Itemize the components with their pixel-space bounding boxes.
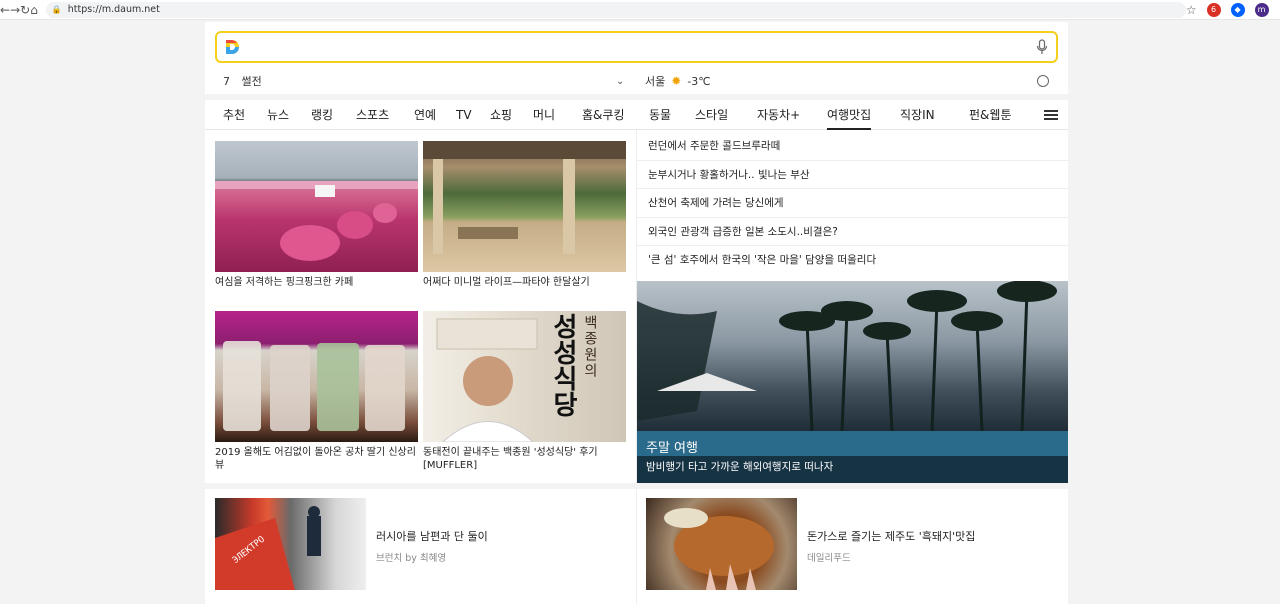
- tab-ranking[interactable]: 랭킹: [311, 100, 333, 130]
- lock-icon: 🔒: [51, 5, 62, 14]
- weather-temperature: -3℃: [687, 74, 711, 88]
- weather-widget[interactable]: 서울 ✹ -3℃: [645, 73, 711, 89]
- headline-link[interactable]: 산천어 축제에 가려는 당신에게: [637, 189, 1068, 218]
- baek-jong-won-thumbnail[interactable]: 백종원의 성성식당: [423, 311, 626, 442]
- feature-banner[interactable]: 주말 여행 밤비행기 타고 가까운 해외여행지로 떠나자: [637, 281, 1068, 483]
- tab-tv[interactable]: TV: [456, 100, 472, 130]
- russia-train-thumbnail[interactable]: ЭЛЕКТРО: [215, 498, 366, 590]
- reload-icon[interactable]: ↻: [20, 0, 30, 20]
- pink-cafe-thumbnail[interactable]: [215, 141, 418, 272]
- issue-rank: 7: [223, 75, 230, 88]
- column-divider: [636, 489, 637, 604]
- search-input[interactable]: [247, 35, 1056, 59]
- microphone-icon[interactable]: [1036, 39, 1048, 55]
- article-card[interactable]: 어쩌다 미니멀 라이프—파타야 한달살기: [423, 141, 626, 289]
- extension-icon[interactable]: 6: [1206, 2, 1221, 17]
- tab-workplace[interactable]: 직장IN: [900, 100, 935, 130]
- tab-home-cooking[interactable]: 홈&쿠킹: [582, 100, 624, 130]
- issue-weather-bar: 7 썰전 ⌄ 서울 ✹ -3℃: [205, 68, 1068, 94]
- dropbox-icon[interactable]: ◆: [1230, 2, 1245, 17]
- back-icon[interactable]: ←: [0, 0, 10, 20]
- realtime-issue[interactable]: 7 썰전: [223, 73, 262, 89]
- gongcha-drinks-thumbnail[interactable]: [215, 311, 418, 442]
- article-card[interactable]: 백종원의 성성식당 동태전이 끝내주는 백종원 '성성식당' 후기 [MUFFL…: [423, 311, 626, 472]
- article-caption[interactable]: 여심을 저격하는 핑크핑크한 카페: [215, 276, 418, 289]
- headline-list: 런던에서 주문한 콜드브루라떼 눈부시거나 황홀하거나.. 빛나는 부산 산천어…: [637, 132, 1068, 275]
- article-caption[interactable]: 2019 올해도 어김없이 돌아온 공차 딸기 신상리뷰: [215, 446, 418, 472]
- article-source: 브런치 by 최혜영: [376, 553, 447, 564]
- feature-title: 주말 여행: [646, 441, 698, 456]
- minimal-life-thumbnail[interactable]: [423, 141, 626, 272]
- sun-icon: ✹: [671, 74, 682, 88]
- article-caption[interactable]: 동태전이 끝내주는 백종원 '성성식당' 후기 [MUFFLER]: [423, 446, 626, 472]
- browser-extensions: ☆ 6 ◆ m ⋮: [1186, 2, 1280, 17]
- headline-link[interactable]: 런던에서 주문한 콜드브루라떼: [637, 132, 1068, 161]
- tab-recommend[interactable]: 추천: [223, 100, 245, 130]
- forward-icon[interactable]: →: [10, 0, 20, 20]
- chef-sign-name: 백종원의: [582, 315, 598, 379]
- headline-link[interactable]: 눈부시거나 황홀하거나.. 빛나는 부산: [637, 161, 1068, 189]
- tab-sports[interactable]: 스포츠: [356, 100, 389, 130]
- article-card[interactable]: 돈가스로 즐기는 제주도 '흑돼지'맛집 데일리푸드: [646, 498, 975, 590]
- tab-shopping[interactable]: 쇼핑: [490, 100, 512, 130]
- headline-link[interactable]: '큰 섬' 호주에서 한국의 '작은 마을' 담양을 떠올리다: [637, 246, 1068, 275]
- article-card[interactable]: 2019 올해도 어김없이 돌아온 공차 딸기 신상리뷰: [215, 311, 418, 472]
- daum-logo-icon[interactable]: [223, 38, 241, 56]
- daum-page: 7 썰전 ⌄ 서울 ✹ -3℃ 추천 뉴스 랭킹 스포츠 연예 TV 쇼핑 머니…: [0, 22, 1280, 604]
- chef-sign-shop: 성성식당: [548, 313, 578, 417]
- tab-entertainment[interactable]: 연예: [414, 100, 436, 130]
- article-card[interactable]: 여심을 저격하는 핑크핑크한 카페: [215, 141, 418, 289]
- tab-news[interactable]: 뉴스: [267, 100, 289, 130]
- browser-toolbar: ← → ↻ ⌂ 🔒 https://m.daum.net ☆ 6 ◆ m ⋮: [0, 0, 1280, 20]
- tab-animals[interactable]: 동물: [649, 100, 671, 130]
- article-card[interactable]: ЭЛЕКТРО 러시아를 남편과 단 둘이 브런치 by 최혜영: [215, 498, 488, 590]
- globe-icon[interactable]: [1037, 75, 1049, 87]
- address-url: https://m.daum.net: [67, 4, 160, 15]
- bookmark-star-icon[interactable]: ☆: [1186, 3, 1197, 17]
- article-source: 데일리푸드: [807, 553, 851, 564]
- hamburger-menu-icon[interactable]: [1044, 110, 1058, 120]
- address-bar[interactable]: 🔒 https://m.daum.net: [45, 1, 1186, 18]
- tab-fun-webtoon[interactable]: 펀&웹툰: [969, 100, 1011, 130]
- profile-avatar[interactable]: m: [1254, 2, 1269, 17]
- home-icon[interactable]: ⌂: [30, 0, 38, 20]
- pork-cutlet-thumbnail[interactable]: [646, 498, 797, 590]
- category-nav: 추천 뉴스 랭킹 스포츠 연예 TV 쇼핑 머니 홈&쿠킹 동물 스타일 자동차…: [205, 100, 1068, 130]
- tab-travel-food[interactable]: 여행맛집: [827, 100, 872, 130]
- tab-style[interactable]: 스타일: [695, 100, 728, 130]
- chevron-down-icon[interactable]: ⌄: [616, 76, 624, 87]
- search-box[interactable]: [215, 31, 1058, 63]
- article-title[interactable]: 러시아를 남편과 단 둘이: [376, 528, 488, 544]
- article-caption[interactable]: 어쩌다 미니멀 라이프—파타야 한달살기: [423, 276, 626, 289]
- issue-keyword: 썰전: [241, 75, 262, 88]
- feature-subtitle: 밤비행기 타고 가까운 해외여행지로 떠나자: [646, 461, 834, 473]
- tab-auto[interactable]: 자동차+: [757, 100, 800, 130]
- weather-city: 서울: [645, 75, 666, 88]
- headline-link[interactable]: 외국인 관광객 급증한 일본 소도시..비결은?: [637, 218, 1068, 246]
- tab-money[interactable]: 머니: [533, 100, 555, 130]
- article-title[interactable]: 돈가스로 즐기는 제주도 '흑돼지'맛집: [807, 528, 975, 544]
